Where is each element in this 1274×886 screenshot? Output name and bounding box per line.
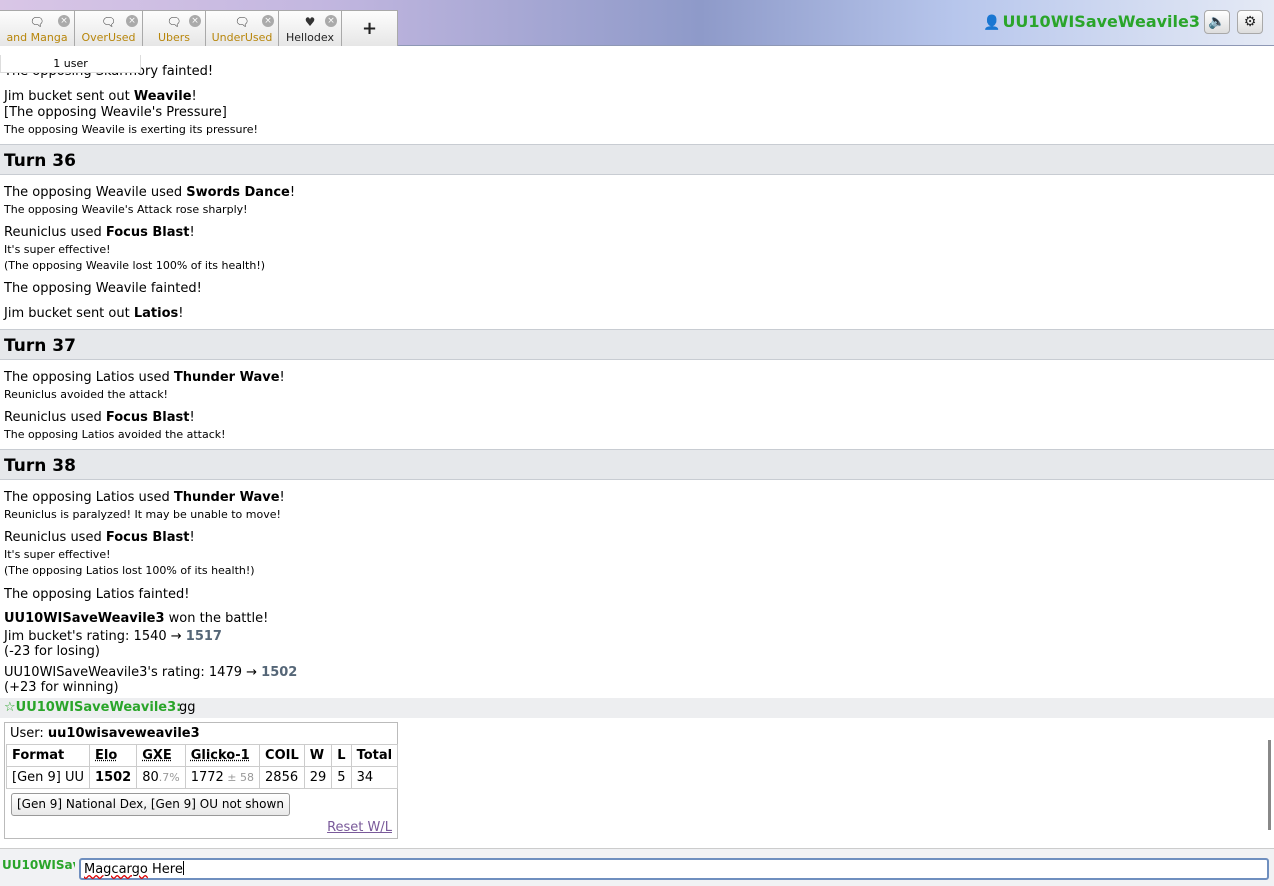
tab-anime-and-manga[interactable]: 🗨 and Manga × [0,10,75,46]
log-line: Reuniclus avoided the attack! [4,388,168,401]
sound-button[interactable]: 🔈 [1204,10,1230,34]
log-line: Reuniclus used Focus Blast! [4,225,195,240]
username: UU10WISaveWeavile3 [1002,12,1200,31]
reset-wl-link[interactable]: Reset W/L [327,820,392,835]
log-scrollbar[interactable] [1268,740,1271,830]
user-count[interactable]: 1 user [0,55,141,73]
log-line: The opposing Latios fainted! [4,587,190,602]
log-line: Reuniclus is paralyzed! It may be unable… [4,508,281,521]
user-menu[interactable]: 👤 UU10WISaveWeavile3 [983,12,1200,31]
log-line: The opposing Weavile fainted! [4,281,202,296]
log-line: Reuniclus used Focus Blast! [4,530,195,545]
speaker-icon: 🔈 [1208,14,1226,30]
close-icon[interactable]: × [325,15,337,27]
show-more-formats-button[interactable]: [Gen 9] National Dex, [Gen 9] OU not sho… [11,793,290,816]
log-line: The opposing Latios used Thunder Wave! [4,370,285,385]
new-tab-button[interactable]: + [342,10,398,46]
col-wins: W [303,744,333,767]
log-line: The opposing Weavile's Attack rose sharp… [4,203,248,216]
col-elo[interactable]: Elo [89,744,138,767]
log-line: The opposing Latios avoided the attack! [4,428,226,441]
log-line: [The opposing Weavile's Pressure] [4,105,227,120]
table-row: [Gen 9] UU 1502 80.7% 1772 ± 58 2856 29 … [5,766,399,789]
input-username[interactable]: UU10WISaveWeavile3 [2,858,75,872]
rating-note: (+23 for winning) [4,680,119,695]
log-line: (The opposing Latios lost 100% of its he… [4,564,255,577]
log-line: The opposing Weavile used Swords Dance! [4,185,296,200]
tab-underused[interactable]: 🗨 UnderUsed × [206,10,279,46]
table-header-row: Format Elo GXE Glicko-1 COIL W L Total [5,744,399,767]
col-glicko[interactable]: Glicko-1 [184,744,261,767]
gear-icon: ⚙ [1243,14,1257,30]
col-coil: COIL [259,744,305,767]
ladder-rating-box: User: uu10wisaveweavile3 Format Elo GXE … [4,722,399,839]
turn-header: Turn 37 [0,329,1274,360]
log-line: The opposing Latios used Thunder Wave! [4,490,285,505]
chat-text: gg [179,700,196,715]
turn-header: Turn 36 [0,144,1274,175]
rating-note: (-23 for losing) [4,644,100,659]
log-line: It's super effective! [4,243,111,256]
log-line: It's super effective! [4,548,111,561]
close-icon[interactable]: × [262,15,274,27]
col-format: Format [5,744,91,767]
log-line: Jim bucket sent out Weavile! [4,89,197,104]
room-tabs: 🗨 and Manga × 🗨 OverUsed × 🗨 Ubers × 🗨 U… [0,10,398,46]
close-icon[interactable]: × [189,15,201,27]
turn-header: Turn 38 [0,449,1274,480]
log-line: (The opposing Weavile lost 100% of its h… [4,259,266,272]
chat-message: ☆UU10WISaveWeavile3: gg [0,698,1274,718]
log-line: The opposing Weavile is exerting its pre… [4,123,258,136]
log-line: Jim bucket sent out Latios! [4,306,184,321]
col-losses: L [331,744,352,767]
close-icon[interactable]: × [126,15,138,27]
settings-button[interactable]: ⚙ [1237,10,1263,34]
col-total: Total [350,744,399,767]
rating-change: UU10WISaveWeavile3's rating: 1479 → 1502 [4,665,298,680]
rating-table: Format Elo GXE Glicko-1 COIL W L Total [… [5,744,399,789]
tab-hellodex[interactable]: ♥ Hellodex × [279,10,342,46]
tab-overused[interactable]: 🗨 OverUsed × [75,10,143,46]
col-gxe[interactable]: GXE [136,744,186,767]
chat-input-bar: UU10WISaveWeavile3 Magcargo Here [0,848,1274,886]
chat-author[interactable]: ☆UU10WISaveWeavile3: [4,700,181,715]
user-icon: 👤 [983,15,1001,31]
rating-user: User: uu10wisaveweavile3 [10,726,200,741]
tab-ubers[interactable]: 🗨 Ubers × [143,10,206,46]
rating-change: Jim bucket's rating: 1540 → 1517 [4,629,222,644]
log-line: Reuniclus used Focus Blast! [4,410,195,425]
top-bar: 🗨 and Manga × 🗨 OverUsed × 🗨 Ubers × 🗨 U… [0,0,1274,46]
battle-result: UU10WISaveWeavile3 won the battle! [4,611,269,626]
chat-input[interactable]: Magcargo Here [79,858,1269,880]
close-icon[interactable]: × [58,15,70,27]
